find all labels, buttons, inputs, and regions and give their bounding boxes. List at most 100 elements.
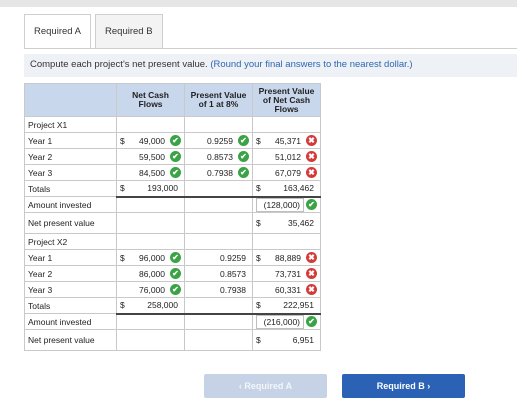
cash-cell	[116, 212, 185, 234]
tab-divider	[24, 48, 517, 49]
cash-cell: $193,000	[116, 180, 185, 198]
pvcash-input[interactable]: 222,951	[261, 300, 317, 310]
pvcash-input[interactable]: (216,000)	[256, 314, 304, 329]
pv1-input[interactable]: 0.8573	[188, 152, 236, 162]
check-icon: ✔	[306, 199, 317, 211]
pvcash-input[interactable]: (128,000)	[256, 197, 304, 212]
pvcash-input[interactable]: 73,731	[256, 269, 304, 279]
table-row: Year 3 84,500 ✔ 0.7938 ✔ 67,079 ✖	[24, 164, 321, 181]
check-icon: ✔	[238, 167, 249, 178]
pvcash-cell: $88,889 ✖	[252, 249, 321, 266]
table-row: Year 3 76,000 ✔ 0.7938 60,331 ✖	[24, 281, 321, 298]
x-icon: ✖	[306, 167, 317, 178]
pv1-input[interactable]: 0.8573	[188, 269, 249, 279]
cash-input[interactable]: 258,000	[125, 300, 181, 310]
table-row: Amount invested (216,000) ✔	[24, 313, 321, 330]
pvcash-input[interactable]: 67,079	[256, 168, 304, 178]
pvcash-cell: $163,462	[252, 180, 321, 198]
row-label: Totals	[24, 297, 117, 314]
tab-required-b[interactable]: Required B	[95, 14, 163, 49]
pvcash-cell: $222,951	[252, 297, 321, 315]
pvcash-wrap: (128,000) ✔	[256, 197, 317, 212]
cash-wrap: 86,000 ✔	[120, 268, 181, 279]
pvcash-cell: $45,371 ✖	[252, 132, 321, 149]
cash-cell: 76,000 ✔	[116, 281, 185, 298]
pv1-wrap: 0.9259	[188, 253, 249, 263]
pvcash-input[interactable]: 6,951	[261, 335, 317, 345]
pv1-wrap: 0.8573	[188, 269, 249, 279]
pv1-input[interactable]: 0.7938	[188, 168, 236, 178]
cash-input[interactable]: 49,000	[125, 136, 168, 146]
pv1-cell: 0.8573 ✔	[184, 148, 253, 165]
pv1-cell	[184, 180, 253, 198]
empty-cell	[184, 116, 253, 133]
cash-wrap: $193,000	[120, 183, 181, 193]
cash-cell: $96,000 ✔	[116, 249, 185, 266]
check-icon: ✔	[306, 316, 317, 328]
row-label: Project X2	[24, 233, 117, 250]
check-icon: ✔	[170, 135, 181, 146]
pvcash-input[interactable]: 51,012	[256, 152, 304, 162]
instruction-banner: Compute each project's net present value…	[24, 54, 517, 77]
header-pv-cash-flows: Present Value of Net Cash Flows	[252, 83, 321, 117]
pvcash-cell: 60,331 ✖	[252, 281, 321, 298]
empty-cell	[184, 233, 253, 250]
check-icon: ✔	[170, 284, 181, 295]
cash-wrap: $49,000 ✔	[120, 135, 181, 146]
x-icon: ✖	[306, 252, 317, 263]
table-row: Net present value $6,951	[24, 329, 321, 351]
pv1-input[interactable]: 0.9259	[188, 253, 249, 263]
pvcash-input[interactable]: 60,331	[256, 285, 304, 295]
prev-required-a-button[interactable]: ‹ Required A	[204, 374, 327, 398]
empty-cell	[116, 116, 185, 133]
cash-wrap: $258,000	[120, 300, 181, 310]
cash-cell: 86,000 ✔	[116, 265, 185, 282]
section-row: Project X2	[24, 233, 321, 250]
table-row: Net present value $35,462	[24, 212, 321, 234]
empty-cell	[252, 116, 321, 133]
row-label: Amount invested	[24, 196, 117, 213]
pvcash-cell: (128,000) ✔	[252, 196, 321, 213]
table-row: Year 2 86,000 ✔ 0.8573 73,731 ✖	[24, 265, 321, 282]
cash-cell: $258,000	[116, 297, 185, 315]
pv1-wrap: 0.9259 ✔	[188, 135, 249, 146]
cash-wrap: 59,500 ✔	[120, 151, 181, 162]
cash-cell: 59,500 ✔	[116, 148, 185, 165]
cash-input[interactable]: 76,000	[120, 285, 168, 295]
cash-cell	[116, 196, 185, 213]
pvcash-wrap: $6,951	[256, 335, 317, 345]
pvcash-wrap: $163,462	[256, 183, 317, 193]
pv1-cell	[184, 329, 253, 351]
cash-wrap: 76,000 ✔	[120, 284, 181, 295]
tab-required-a[interactable]: Required A	[24, 14, 92, 49]
cash-cell: 84,500 ✔	[116, 164, 185, 181]
row-label: Net present value	[24, 329, 117, 351]
row-label: Year 1	[24, 132, 117, 149]
row-label: Year 2	[24, 148, 117, 165]
instruction-hint: (Round your final answers to the nearest…	[210, 59, 413, 70]
pvcash-cell: $6,951	[252, 329, 321, 351]
cash-input[interactable]: 59,500	[120, 152, 168, 162]
pv1-cell: 0.9259 ✔	[184, 132, 253, 149]
cash-input[interactable]: 86,000	[120, 269, 168, 279]
pvcash-cell: $35,462	[252, 212, 321, 234]
table-row: Amount invested (128,000) ✔	[24, 196, 321, 213]
cash-input[interactable]: 193,000	[125, 183, 181, 193]
instruction-text: Compute each project's net present value…	[30, 59, 208, 70]
pvcash-input[interactable]: 35,462	[261, 218, 317, 228]
check-icon: ✔	[170, 252, 181, 263]
header-net-cash-flows: Net Cash Flows	[116, 83, 185, 117]
pvcash-wrap: $88,889 ✖	[256, 252, 317, 263]
row-label: Year 3	[24, 281, 117, 298]
pv1-input[interactable]: 0.9259	[188, 136, 236, 146]
cash-input[interactable]: 96,000	[125, 253, 168, 263]
next-required-b-button[interactable]: Required B ›	[342, 374, 465, 398]
cash-input[interactable]: 84,500	[120, 168, 168, 178]
x-icon: ✖	[306, 135, 317, 146]
pv1-input[interactable]: 0.7938	[188, 285, 249, 295]
pvcash-input[interactable]: 163,462	[261, 183, 317, 193]
row-label: Net present value	[24, 212, 117, 234]
check-icon: ✔	[238, 135, 249, 146]
pvcash-input[interactable]: 88,889	[261, 253, 304, 263]
pvcash-input[interactable]: 45,371	[261, 136, 304, 146]
